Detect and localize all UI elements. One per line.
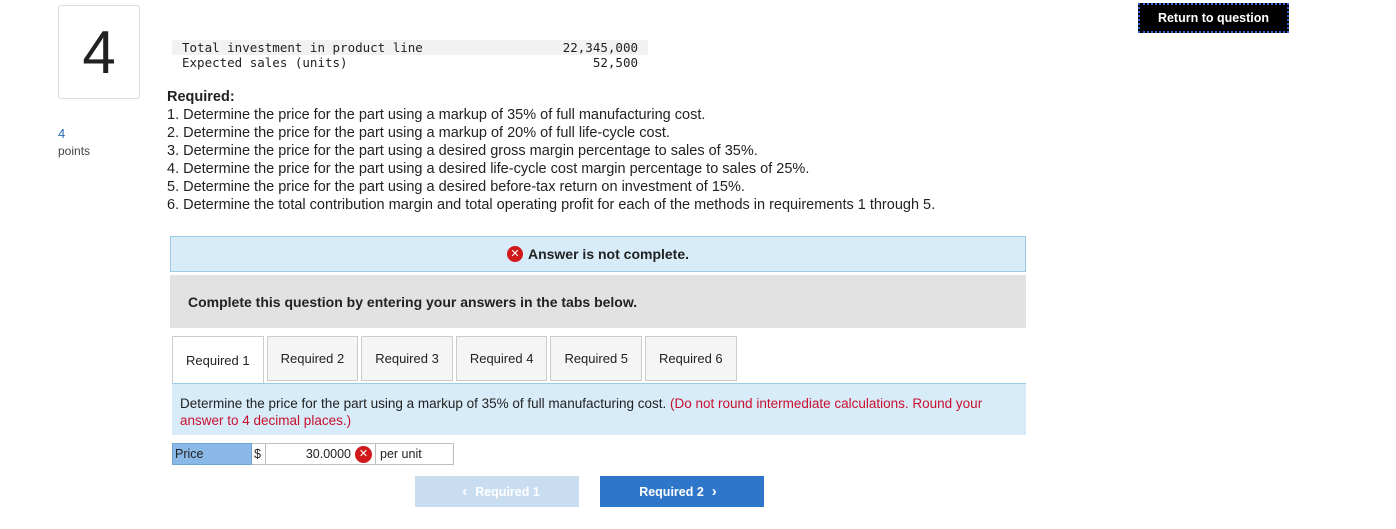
tab-required-1[interactable]: Required 1 <box>172 336 264 384</box>
required-item: 5. Determine the price for the part usin… <box>167 179 745 195</box>
tab-required-5[interactable]: Required 5 <box>550 336 643 381</box>
chevron-left-icon: ‹ <box>462 483 468 500</box>
data-row-value: 22,345,000 <box>562 40 638 55</box>
answer-status-banner: ✕ Answer is not complete. <box>170 236 1026 272</box>
page: 4 4 points Total investment in product l… <box>0 0 1396 529</box>
points-label: points <box>58 144 91 158</box>
price-input[interactable] <box>269 446 353 462</box>
chevron-right-icon: › <box>711 483 717 500</box>
previous-required-button[interactable]: ‹ Required 1 <box>415 476 579 507</box>
price-label: Price <box>172 443 252 465</box>
tab-required-4[interactable]: Required 4 <box>455 336 548 381</box>
data-row-label: Total investment in product line <box>182 40 423 55</box>
required-section: Required: 1. Determine the price for the… <box>167 88 935 214</box>
data-row-value: 52,500 <box>592 55 638 70</box>
tab-required-6[interactable]: Required 6 <box>645 336 737 381</box>
question-number: 4 <box>82 18 116 86</box>
required-item: 6. Determine the total contribution marg… <box>167 197 936 213</box>
x-circle-icon: ✕ <box>506 246 523 262</box>
required-title: Required: <box>167 89 235 105</box>
unit-label: per unit <box>376 443 454 465</box>
points-value: 4 <box>58 126 66 141</box>
tab-required-3[interactable]: Required 3 <box>361 336 453 381</box>
required-item: 1. Determine the price for the part usin… <box>167 107 706 123</box>
tab-required-2[interactable]: Required 2 <box>266 336 359 381</box>
answer-row: Price $ ✕ per unit <box>172 443 454 465</box>
data-row-label: Expected sales (units) <box>182 55 348 70</box>
previous-button-label: Required 1 <box>475 484 540 499</box>
requirement-tabs: Required 1 Required 2 Required 3 Require… <box>172 336 740 384</box>
required-item: 2. Determine the price for the part usin… <box>167 125 670 141</box>
required-item: 3. Determine the price for the part usin… <box>167 143 758 159</box>
return-to-question-button[interactable]: Return to question <box>1138 3 1289 33</box>
incorrect-x-icon: ✕ <box>355 445 372 463</box>
currency-symbol: $ <box>252 443 266 465</box>
next-required-button[interactable]: Required 2 › <box>600 476 764 507</box>
answer-status-text: Answer is not complete. <box>527 246 690 262</box>
required-item: 4. Determine the price for the part usin… <box>167 161 810 177</box>
data-row: Total investment in product line 22,345,… <box>172 40 648 55</box>
tab-panel-text: Determine the price for the part using a… <box>180 396 667 411</box>
next-button-label: Required 2 <box>639 484 704 499</box>
data-table: Total investment in product line 22,345,… <box>172 40 648 70</box>
question-number-box: 4 <box>58 5 140 99</box>
data-row: Expected sales (units) 52,500 <box>172 55 648 70</box>
tab-panel-instructions: Determine the price for the part using a… <box>172 383 1026 435</box>
price-input-cell: ✕ <box>266 443 376 465</box>
instructions-text: Complete this question by entering your … <box>188 293 638 310</box>
instructions-box: Complete this question by entering your … <box>170 275 1026 328</box>
